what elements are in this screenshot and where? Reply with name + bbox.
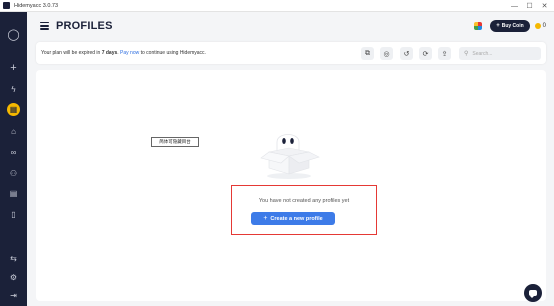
maximize-icon[interactable]: ☐ [522, 0, 537, 12]
language-flag-icon[interactable] [474, 22, 483, 30]
minimize-icon[interactable]: — [507, 0, 522, 12]
refresh-icon[interactable]: ⟳ [419, 47, 432, 60]
logout-icon[interactable]: ⇥ [6, 288, 21, 303]
settings-icon[interactable]: ⚙ [6, 270, 21, 285]
import-icon[interactable]: ⧉ [361, 47, 374, 60]
buy-coin-label: Buy Coin [501, 23, 524, 29]
profiles-grid-icon[interactable]: ▦ [7, 103, 20, 116]
sidebar: ◯ + ϟ ▦ ⌂ ∞ ⚇ ▤ ▯ ⇆ ⚙ ⇥ [0, 12, 27, 306]
sync-icon[interactable]: ⇆ [6, 251, 21, 266]
close-icon[interactable]: ✕ [537, 0, 552, 12]
plan-notice-bar: Your plan will be expired in 7 days. Pay… [36, 42, 546, 64]
window-controls: — ☐ ✕ [507, 0, 552, 12]
history-icon[interactable]: ↺ [400, 47, 413, 60]
buy-coin-button[interactable]: + Buy Coin [490, 20, 530, 32]
search-field[interactable]: ⚲ [459, 47, 541, 60]
window-titlebar: Hidemyacc 3.0.73 — ☐ ✕ [0, 0, 554, 12]
create-profile-button[interactable]: + Create a new profile [251, 212, 335, 225]
notice-days: 7 days [101, 50, 118, 56]
storage-icon[interactable]: ▤ [6, 186, 21, 201]
floating-tooltip: 简体可隐藏目台 [151, 137, 199, 147]
plus-icon: + [496, 23, 500, 29]
app-logo-icon [3, 2, 10, 9]
notice-text-before: Your plan will be expired in [41, 50, 102, 56]
header-actions: + Buy Coin 0 [474, 20, 546, 32]
window-title: Hidemyacc 3.0.73 [14, 2, 59, 9]
page-header: PROFILES + Buy Coin 0 [27, 12, 554, 40]
create-profile-label: Create a new profile [270, 215, 323, 222]
plus-icon: + [263, 215, 268, 222]
menu-icon[interactable] [40, 22, 49, 30]
chat-support-button[interactable] [524, 284, 542, 302]
plan-expiry-notice: Your plan will be expired in 7 days. Pay… [41, 50, 206, 56]
plus-icon[interactable]: + [6, 60, 21, 75]
pay-now-link[interactable]: Pay now [120, 50, 139, 56]
empty-box-ghost-illustration [260, 134, 320, 179]
user-icon[interactable]: ◯ [6, 27, 21, 42]
empty-state-highlight-frame [231, 185, 377, 235]
upload-icon[interactable]: ⇪ [438, 47, 451, 60]
robot-icon[interactable]: ⌂ [6, 124, 21, 139]
group-icon[interactable]: ⚇ [6, 166, 21, 181]
search-input[interactable] [472, 50, 533, 57]
coin-icon [534, 23, 541, 29]
lightning-icon[interactable]: ϟ [6, 82, 21, 97]
chat-bubble-icon [529, 290, 537, 298]
search-icon: ⚲ [464, 51, 469, 57]
page-title: PROFILES [56, 20, 113, 32]
coin-balance: 0 [542, 23, 546, 29]
document-icon[interactable]: ▯ [6, 207, 21, 222]
notice-text-after: to continue using Hidemyacc. [139, 50, 206, 56]
link-icon[interactable]: ∞ [6, 145, 21, 160]
empty-state-message: You have not created any profiles yet [258, 198, 350, 204]
proxy-icon[interactable]: ◎ [380, 47, 393, 60]
